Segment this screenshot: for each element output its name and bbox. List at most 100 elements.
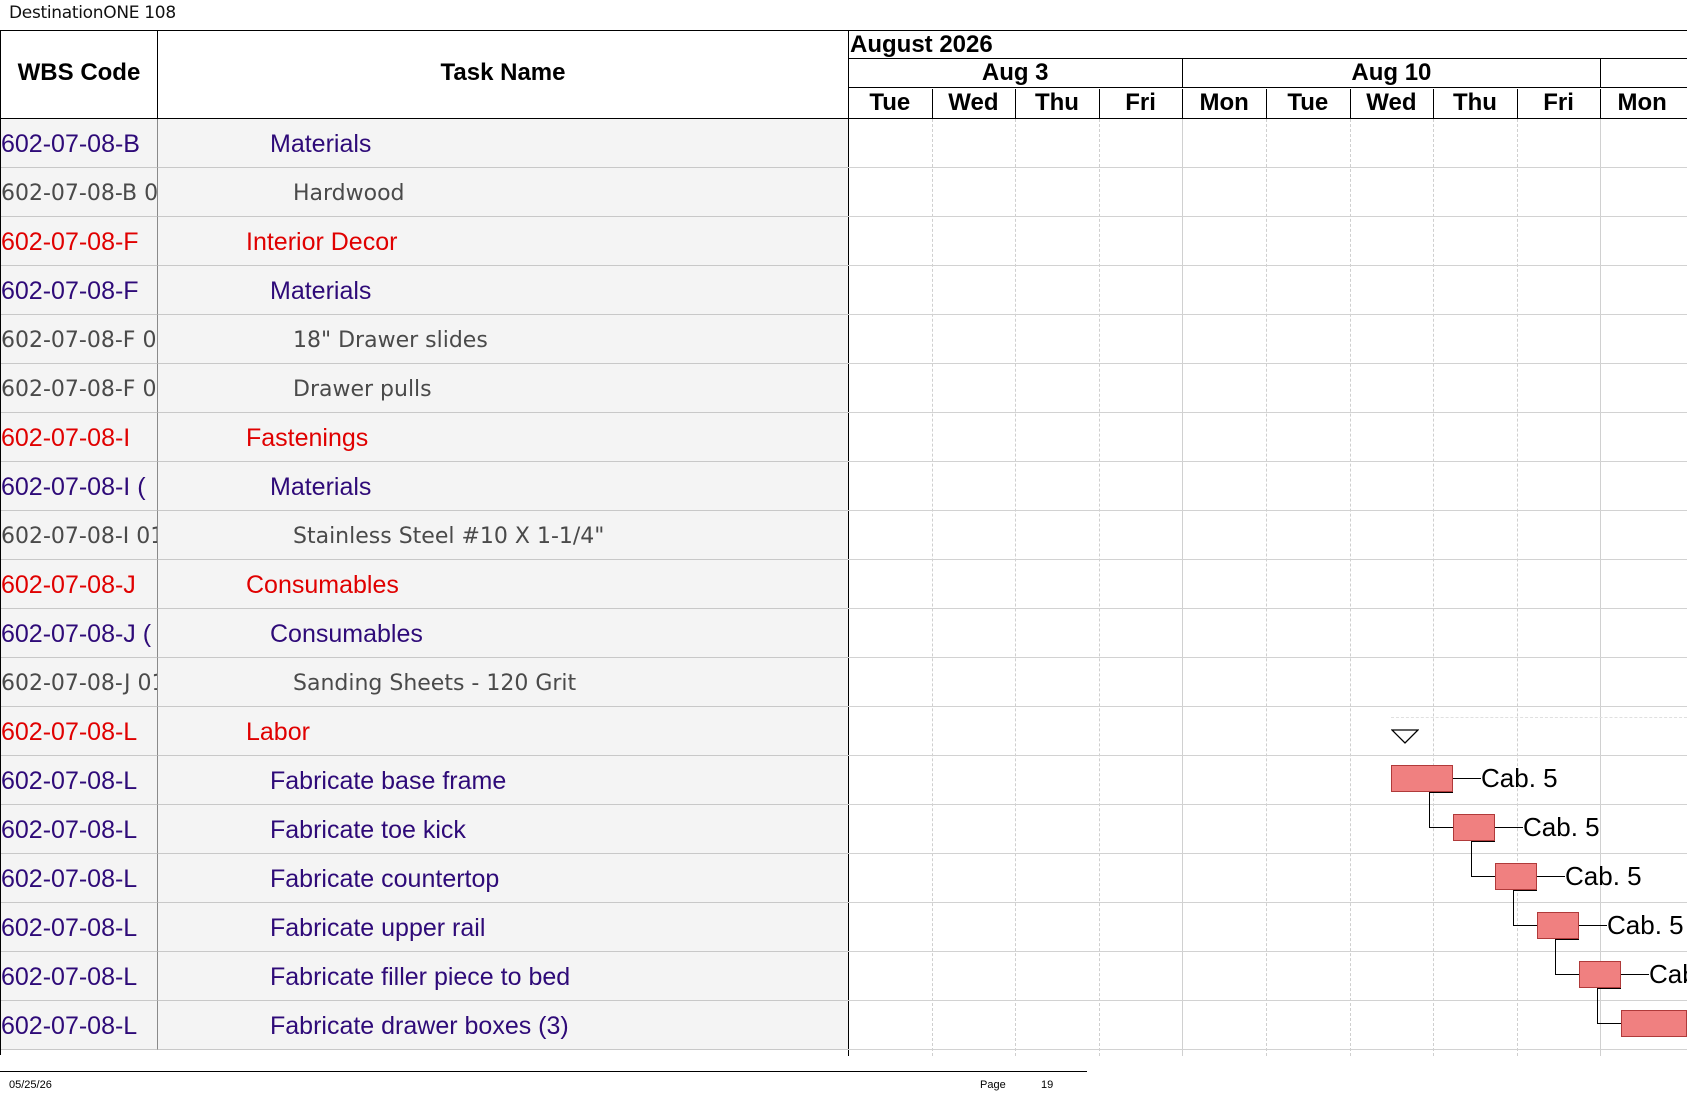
task-name-cell[interactable]: Drawer pulls: [158, 364, 849, 413]
grid-row-line: [848, 559, 1687, 560]
task-column-header[interactable]: Task Name: [158, 31, 849, 119]
wbs-column-header[interactable]: WBS Code: [1, 31, 158, 119]
wbs-cell[interactable]: 602-07-08-B 0: [1, 168, 158, 217]
wbs-cell[interactable]: 602-07-08-L: [1, 903, 158, 952]
grid-day-line: [1600, 119, 1602, 1056]
wbs-cell[interactable]: 602-07-08-J (: [1, 609, 158, 658]
table-row[interactable]: 602-07-08-L Fabricate countertop: [1, 854, 849, 903]
task-table: WBS Code Task Name 602-07-08-B Materials 6…: [0, 30, 849, 1055]
task-name-cell[interactable]: Consumables: [158, 560, 849, 609]
grid-row-line: [848, 314, 1687, 315]
wbs-cell[interactable]: 602-07-08-I 01: [1, 511, 158, 560]
wbs-cell[interactable]: 602-07-08-J: [1, 560, 158, 609]
wbs-cell[interactable]: 602-07-08-B: [1, 119, 158, 168]
grid-row-line: [848, 657, 1687, 658]
wbs-cell[interactable]: 602-07-08-L: [1, 756, 158, 805]
task-name-cell[interactable]: Fabricate filler piece to bed: [158, 952, 849, 1001]
table-row[interactable]: 602-07-08-J 01 Sanding Sheets - 120 Grit: [1, 658, 849, 707]
day-divider: [1516, 89, 1518, 118]
task-name-cell[interactable]: Sanding Sheets - 120 Grit: [158, 658, 849, 707]
task-name-cell[interactable]: Materials: [158, 266, 849, 315]
wbs-code: 602-07-08-I 01: [1, 524, 158, 549]
task-bar[interactable]: [1579, 961, 1621, 988]
task-name: Hardwood: [293, 181, 405, 206]
table-row[interactable]: 602-07-08-L Fabricate base frame: [1, 756, 849, 805]
day-divider: [1015, 89, 1017, 118]
wbs-cell[interactable]: 602-07-08-F 0: [1, 364, 158, 413]
grid-row-line: [848, 755, 1687, 756]
wbs-cell[interactable]: 602-07-08-L: [1, 854, 158, 903]
task-name-cell[interactable]: Materials: [158, 119, 849, 168]
gantt-grid: Cab. 5 Cab. 5 Cab. 5 Cab. 5 Cab. 5: [848, 119, 1687, 1056]
week-label: Aug 10: [1351, 59, 1432, 86]
task-name-cell[interactable]: Stainless Steel #10 X 1-1/4": [158, 511, 849, 560]
wbs-cell[interactable]: 602-07-08-J 01: [1, 658, 158, 707]
wbs-code: 602-07-08-L: [1, 767, 138, 795]
task-bar[interactable]: [1621, 1010, 1687, 1037]
day-label: Mon: [1199, 89, 1249, 116]
table-row[interactable]: 602-07-08-F 0 18" Drawer slides: [1, 315, 849, 364]
grid-day-line: [931, 119, 933, 1056]
day-label: Fri: [1543, 89, 1574, 116]
task-name-cell[interactable]: Materials: [158, 462, 849, 511]
wbs-cell[interactable]: 602-07-08-F: [1, 217, 158, 266]
task-name-cell[interactable]: Interior Decor: [158, 217, 849, 266]
wbs-code: 602-07-08-J (: [1, 620, 152, 648]
wbs-cell[interactable]: 602-07-08-F 0: [1, 315, 158, 364]
task-name-cell[interactable]: 18" Drawer slides: [158, 315, 849, 364]
grid-row-line: [848, 902, 1687, 903]
task-bar[interactable]: [1391, 765, 1453, 792]
table-row[interactable]: 602-07-08-J (Consumables: [1, 609, 849, 658]
task-name: Labor: [246, 718, 310, 746]
grid-day-line: [1182, 119, 1184, 1056]
task-name-cell[interactable]: Fabricate drawer boxes (3): [158, 1001, 849, 1050]
table-row[interactable]: 602-07-08-L Labor: [1, 707, 849, 756]
wbs-cell[interactable]: 602-07-08-L: [1, 1001, 158, 1050]
task-name-cell[interactable]: Consumables: [158, 609, 849, 658]
bar-resource-label: Cab. 5: [1649, 959, 1687, 989]
grid-row-line: [848, 167, 1687, 168]
table-row[interactable]: 602-07-08-L Fabricate filler piece to bed: [1, 952, 849, 1001]
table-row[interactable]: 602-07-08-I (Materials: [1, 462, 849, 511]
task-name-cell[interactable]: Fabricate countertop: [158, 854, 849, 903]
table-row[interactable]: 602-07-08-F Materials: [1, 266, 849, 315]
task-name-cell[interactable]: Labor: [158, 707, 849, 756]
table-row[interactable]: 602-07-08-F Interior Decor: [1, 217, 849, 266]
summary-start-marker[interactable]: [1391, 729, 1419, 745]
document-title: DestinationONE 108: [9, 3, 176, 23]
table-row[interactable]: 602-07-08-J Consumables: [1, 560, 849, 609]
task-bar[interactable]: [1495, 863, 1537, 890]
wbs-cell[interactable]: 602-07-08-L: [1, 707, 158, 756]
day-label: Tue: [1287, 89, 1329, 116]
wbs-code: 602-07-08-L: [1, 865, 138, 893]
task-name-cell[interactable]: Fabricate toe kick: [158, 805, 849, 854]
table-row[interactable]: 602-07-08-L Fabricate drawer boxes (3): [1, 1001, 849, 1050]
table-row[interactable]: 602-07-08-I Fastenings: [1, 413, 849, 462]
task-bar[interactable]: [1537, 912, 1579, 939]
dependency-connector: [1597, 988, 1621, 989]
day-label: Wed: [948, 89, 999, 116]
wbs-cell[interactable]: 602-07-08-F: [1, 266, 158, 315]
task-name-cell[interactable]: Fastenings: [158, 413, 849, 462]
table-row[interactable]: 602-07-08-B 0 Hardwood: [1, 168, 849, 217]
table-row[interactable]: 602-07-08-L Fabricate toe kick: [1, 805, 849, 854]
wbs-cell[interactable]: 602-07-08-L: [1, 805, 158, 854]
task-name: Fastenings: [246, 424, 369, 452]
grid-row-line: [848, 510, 1687, 511]
wbs-cell[interactable]: 602-07-08-L: [1, 952, 158, 1001]
wbs-cell[interactable]: 602-07-08-I: [1, 413, 158, 462]
table-row[interactable]: 602-07-08-F 0 Drawer pulls: [1, 364, 849, 413]
wbs-cell[interactable]: 602-07-08-I (: [1, 462, 158, 511]
footer-rule: [0, 1071, 1087, 1072]
table-row[interactable]: 602-07-08-L Fabricate upper rail: [1, 903, 849, 952]
wbs-code: 602-07-08-B 0: [1, 181, 158, 206]
table-row[interactable]: 602-07-08-B Materials: [1, 119, 849, 168]
task-name: Drawer pulls: [293, 377, 432, 402]
task-bar[interactable]: [1453, 814, 1495, 841]
table-row[interactable]: 602-07-08-I 01 Stainless Steel #10 X 1-1/…: [1, 511, 849, 560]
grid-row-line: [848, 1000, 1687, 1001]
task-name-cell[interactable]: Fabricate upper rail: [158, 903, 849, 952]
wbs-code: 602-07-08-L: [1, 718, 138, 746]
task-name-cell[interactable]: Hardwood: [158, 168, 849, 217]
task-name-cell[interactable]: Fabricate base frame: [158, 756, 849, 805]
